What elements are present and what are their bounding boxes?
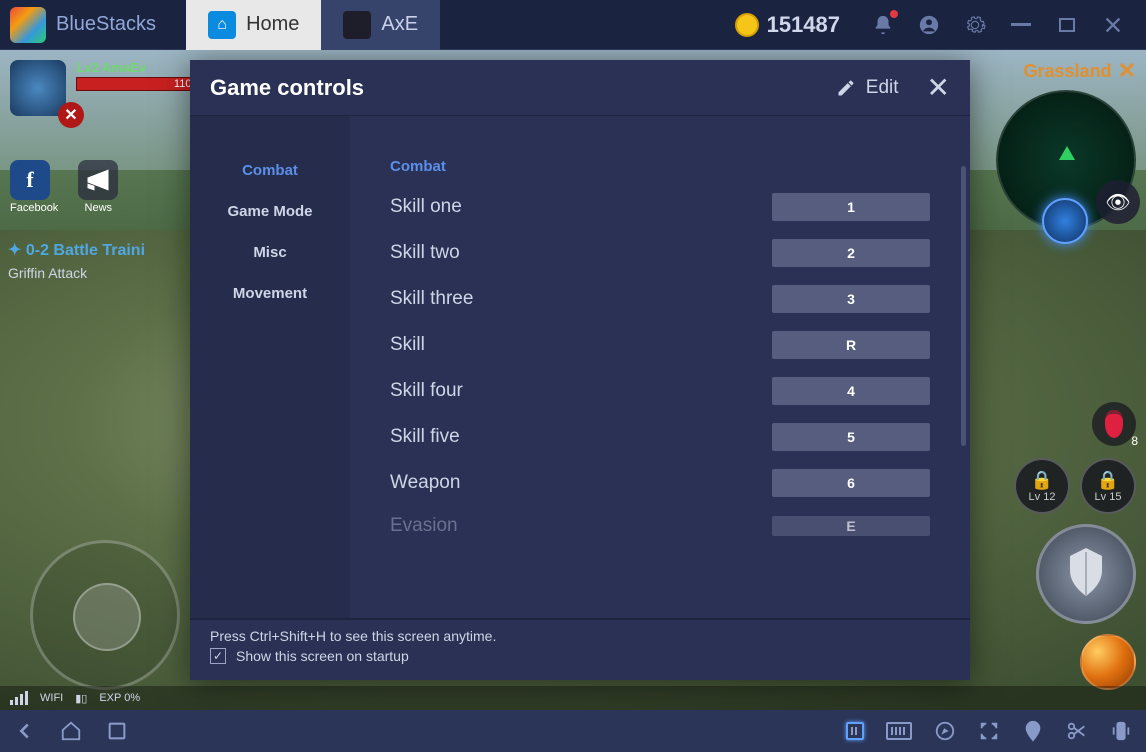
coin-balance[interactable]: 151487 (735, 12, 840, 38)
battery-icon: ▮▯ (75, 692, 87, 705)
alert-x-icon[interactable]: ✕ (58, 102, 84, 128)
key-binding[interactable]: 3 (772, 285, 930, 313)
potion-count: 8 (1131, 434, 1138, 448)
control-row: SkillR (390, 331, 930, 359)
footer-hint: Press Ctrl+Shift+H to see this screen an… (210, 628, 950, 644)
tab-axe[interactable]: AxE (321, 0, 440, 50)
fullscreen-icon[interactable] (978, 720, 1000, 742)
notifications-icon[interactable] (870, 12, 896, 38)
close-button[interactable] (1100, 12, 1126, 38)
cursor-mode-icon[interactable] (846, 722, 864, 740)
control-row: Skill three3 (390, 285, 930, 313)
home-button[interactable] (60, 720, 82, 742)
lock-icon: 🔒 (1095, 470, 1122, 491)
brand-name: BlueStacks (56, 13, 156, 36)
modal-title: Game controls (210, 75, 836, 101)
section-title: Combat (390, 158, 930, 175)
control-row: Skill two2 (390, 239, 930, 267)
control-row: EvasionE (390, 515, 930, 537)
facebook-icon[interactable]: f (10, 160, 50, 200)
skill-buttons: 🔒Lv 12 🔒Lv 15 (1014, 458, 1136, 690)
game-status-bar: WIFI ▮▯ EXP 0% (0, 686, 1146, 710)
titlebar: BlueStacks ⌂ Home AxE 151487 (0, 0, 1146, 50)
key-binding[interactable]: 5 (772, 423, 930, 451)
player-avatar-icon[interactable] (10, 60, 66, 116)
modal-header: Game controls Edit ✕ (190, 60, 970, 116)
home-icon: ⌂ (208, 11, 236, 39)
game-controls-modal: Game controls Edit ✕ Combat Game Mode Mi… (190, 60, 970, 680)
category-movement[interactable]: Movement (190, 273, 350, 314)
signal-icon (10, 691, 28, 705)
notification-dot-icon (890, 10, 898, 18)
control-row: Skill five5 (390, 423, 930, 451)
quest-title[interactable]: ✦ 0-2 Battle Traini (8, 240, 145, 260)
coin-icon (735, 13, 759, 37)
startup-checkbox[interactable]: ✓ (210, 648, 226, 664)
recents-button[interactable] (106, 720, 128, 742)
edit-label: Edit (866, 77, 899, 99)
minimize-button[interactable] (1008, 12, 1034, 38)
news-icon[interactable] (78, 160, 118, 200)
coin-amount: 151487 (767, 12, 840, 38)
key-binding[interactable]: 1 (772, 193, 930, 221)
blue-orb-button[interactable] (1042, 198, 1088, 244)
region-label: Grassland✕ (1024, 58, 1136, 84)
tab-axe-label: AxE (381, 13, 418, 36)
social-buttons: f Facebook News (10, 160, 118, 214)
edit-button[interactable]: Edit (836, 77, 899, 99)
category-combat[interactable]: Combat (190, 150, 350, 191)
control-row: Skill four4 (390, 377, 930, 405)
quest-subtitle: Griffin Attack (8, 265, 87, 281)
modal-footer: Press Ctrl+Shift+H to see this screen an… (190, 618, 970, 680)
axe-app-icon (343, 11, 371, 39)
key-binding[interactable]: 4 (772, 377, 930, 405)
facebook-label: Facebook (10, 202, 58, 214)
account-icon[interactable] (916, 12, 942, 38)
pencil-icon (836, 78, 856, 98)
bluestacks-logo-icon (10, 7, 46, 43)
hp-bar: 110 (76, 77, 196, 91)
player-hud: Lv2 AmaEv 110 ✕ (10, 60, 196, 116)
category-list: Combat Game Mode Misc Movement (190, 116, 350, 618)
wifi-label: WIFI (40, 692, 63, 704)
region-x-icon: ✕ (1118, 58, 1136, 84)
special-skill-button[interactable] (1080, 634, 1136, 690)
exp-label: EXP 0% (99, 692, 140, 704)
scrollbar[interactable] (961, 166, 966, 446)
game-viewport: Lv2 AmaEv 110 ✕ f Facebook News ✦ 0-2 Ba… (0, 50, 1146, 710)
control-row: Skill one1 (390, 193, 930, 221)
key-binding[interactable]: 2 (772, 239, 930, 267)
modal-close-button[interactable]: ✕ (927, 71, 950, 104)
system-bar (0, 710, 1146, 752)
controls-panel: Combat Skill one1 Skill two2 Skill three… (350, 116, 970, 618)
lock-icon: 🔒 (1029, 470, 1056, 491)
attack-button[interactable] (1036, 524, 1136, 624)
tab-home-label: Home (246, 13, 299, 36)
keyboard-icon[interactable] (886, 722, 912, 740)
compass-icon[interactable] (934, 720, 956, 742)
skill-locked-1[interactable]: 🔒Lv 12 (1014, 458, 1070, 514)
skill-locked-2[interactable]: 🔒Lv 15 (1080, 458, 1136, 514)
category-misc[interactable]: Misc (190, 232, 350, 273)
camera-toggle-icon[interactable]: 👁 (1096, 180, 1140, 224)
checkbox-label: Show this screen on startup (236, 648, 409, 664)
tab-home[interactable]: ⌂ Home (186, 0, 321, 50)
potion-button[interactable]: 8 (1092, 402, 1136, 446)
player-name: Lv2 AmaEv (76, 60, 196, 75)
control-row: Weapon6 (390, 469, 930, 497)
news-label: News (78, 202, 118, 214)
key-binding[interactable]: R (772, 331, 930, 359)
back-button[interactable] (14, 720, 36, 742)
virtual-joystick[interactable] (30, 540, 180, 690)
shake-icon[interactable] (1110, 720, 1132, 742)
settings-gear-icon[interactable] (962, 12, 988, 38)
key-binding[interactable]: E (772, 516, 930, 536)
maximize-button[interactable] (1054, 12, 1080, 38)
location-icon[interactable] (1022, 720, 1044, 742)
category-game-mode[interactable]: Game Mode (190, 191, 350, 232)
key-binding[interactable]: 6 (772, 469, 930, 497)
scissors-icon[interactable] (1066, 720, 1088, 742)
